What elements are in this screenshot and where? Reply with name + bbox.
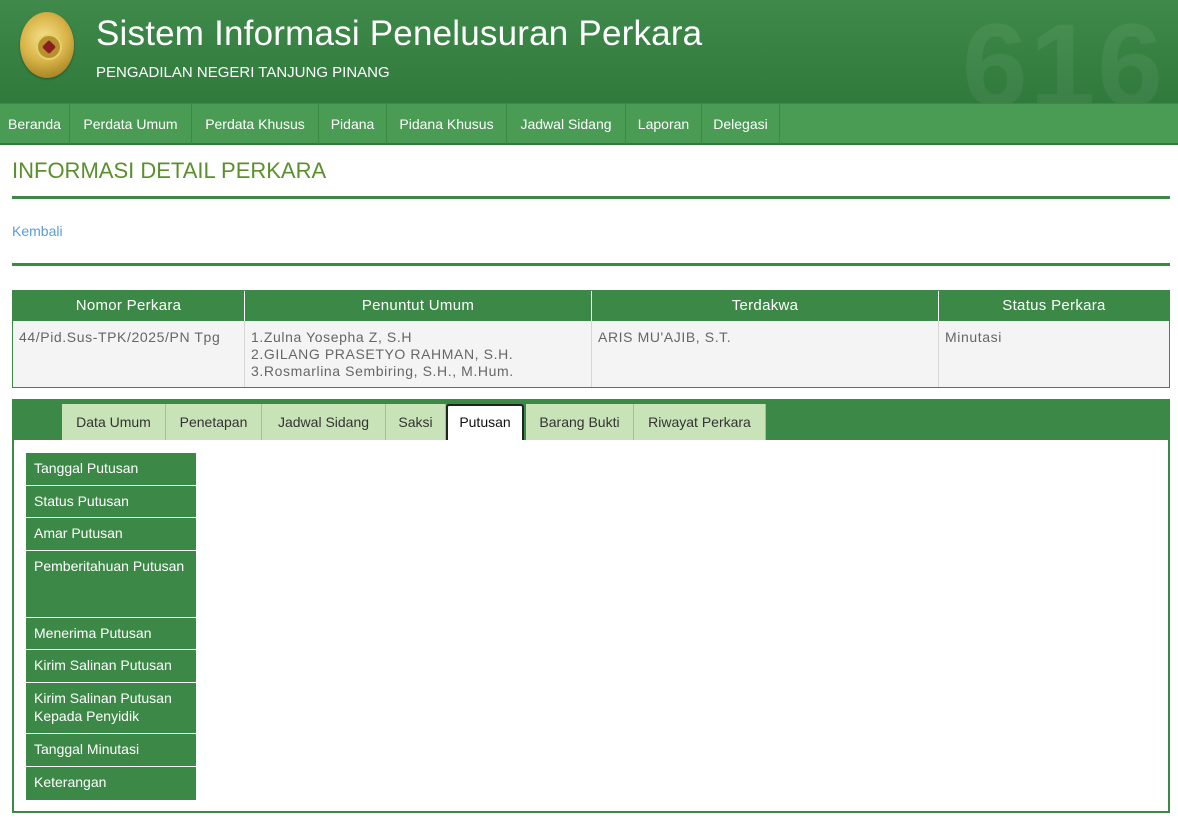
nav-item-laporan[interactable]: Laporan xyxy=(626,104,702,144)
tab-barang-bukti[interactable]: Barang Bukti xyxy=(526,404,634,440)
nav-item-beranda[interactable]: Beranda xyxy=(0,104,70,144)
summary-cell-penuntut: 1.Zulna Yosepha Z, S.H 2.GILANG PRASETYO… xyxy=(245,321,592,387)
nav-item-pidana-khusus[interactable]: Pidana Khusus xyxy=(387,104,507,144)
side-item-amar-putusan[interactable]: Amar Putusan xyxy=(26,518,196,551)
summary-header-penuntut: Penuntut Umum xyxy=(245,291,592,321)
tab-riwayat-perkara[interactable]: Riwayat Perkara xyxy=(634,404,766,440)
tab-jadwal-sidang[interactable]: Jadwal Sidang xyxy=(262,404,386,440)
side-item-tanggal-minutasi[interactable]: Tanggal Minutasi xyxy=(26,734,196,767)
nav-item-perdata-khusus[interactable]: Perdata Khusus xyxy=(192,104,319,144)
tab-bar: Data Umum Penetapan Jadwal Sidang Saksi … xyxy=(14,401,1168,440)
side-item-pemberitahuan-putusan[interactable]: Pemberitahuan Putusan xyxy=(26,551,196,618)
side-item-kirim-salinan-penyidik[interactable]: Kirim Salinan Putusan Kepada Penyidik xyxy=(26,683,196,734)
page-title: INFORMASI DETAIL PERKARA xyxy=(12,158,327,183)
side-item-status-putusan[interactable]: Status Putusan xyxy=(26,486,196,518)
main-nav: Beranda Perdata Umum Perdata Khusus Pida… xyxy=(0,103,1178,145)
summary-header-row: Nomor Perkara Penuntut Umum Terdakwa Sta… xyxy=(13,291,1169,321)
side-item-tanggal-putusan[interactable]: Tanggal Putusan xyxy=(26,453,196,486)
nav-item-perdata-umum[interactable]: Perdata Umum xyxy=(70,104,192,144)
penuntut-line: 1.Zulna Yosepha Z, S.H xyxy=(251,329,413,345)
penuntut-line: 3.Rosmarlina Sembiring, S.H., M.Hum. xyxy=(251,363,514,379)
summary-cell-nomor: 44/Pid.Sus-TPK/2025/PN Tpg xyxy=(13,321,245,387)
title-divider xyxy=(12,196,1170,199)
summary-header-terdakwa: Terdakwa xyxy=(592,291,939,321)
site-header: Sistem Informasi Penelusuran Perkara PEN… xyxy=(0,0,1178,103)
penuntut-line: 2.GILANG PRASETYO RAHMAN, S.H. xyxy=(251,346,514,362)
side-item-kirim-salinan-putusan[interactable]: Kirim Salinan Putusan xyxy=(26,650,196,683)
side-item-keterangan[interactable]: Keterangan xyxy=(26,767,196,800)
tab-penetapan[interactable]: Penetapan xyxy=(166,404,262,440)
nav-item-pidana[interactable]: Pidana xyxy=(319,104,387,144)
tab-putusan[interactable]: Putusan xyxy=(446,404,524,440)
summary-header-nomor: Nomor Perkara xyxy=(13,291,245,321)
summary-cell-terdakwa: ARIS MU'AJIB, S.T. xyxy=(592,321,939,387)
court-emblem-icon xyxy=(20,12,74,78)
case-summary-table: Nomor Perkara Penuntut Umum Terdakwa Sta… xyxy=(12,290,1170,388)
tab-saksi[interactable]: Saksi xyxy=(386,404,446,440)
side-item-menerima-putusan[interactable]: Menerima Putusan xyxy=(26,618,196,650)
tab-data-umum[interactable]: Data Umum xyxy=(62,404,166,440)
header-watermark: 616 xyxy=(962,0,1165,103)
summary-cell-status: Minutasi xyxy=(939,321,1169,387)
summary-header-status: Status Perkara xyxy=(1002,297,1106,314)
back-link[interactable]: Kembali xyxy=(12,223,63,239)
site-title: Sistem Informasi Penelusuran Perkara xyxy=(96,14,703,53)
site-subtitle: PENGADILAN NEGERI TANJUNG PINANG xyxy=(96,64,390,81)
content-divider xyxy=(12,263,1170,266)
case-detail-tabs: Data Umum Penetapan Jadwal Sidang Saksi … xyxy=(12,399,1170,813)
nav-item-jadwal-sidang[interactable]: Jadwal Sidang xyxy=(507,104,626,144)
nav-item-delegasi[interactable]: Delegasi xyxy=(702,104,780,144)
